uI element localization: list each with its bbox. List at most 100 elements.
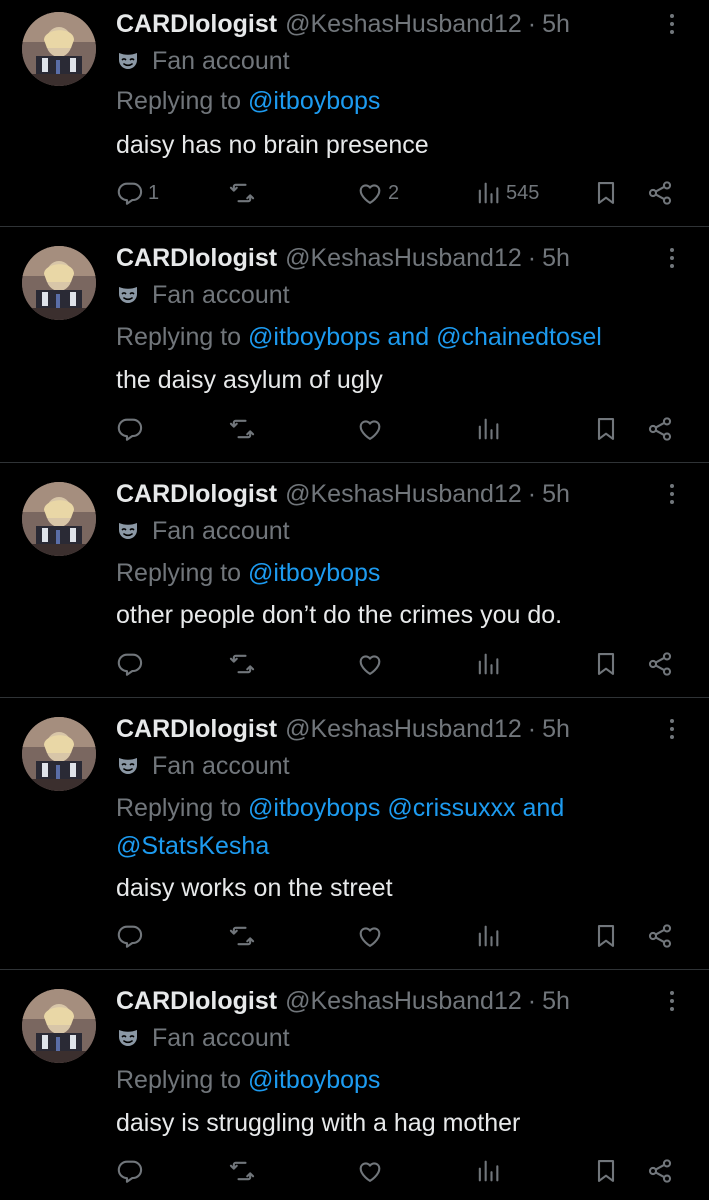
like-button[interactable] (356, 1154, 388, 1188)
views-button[interactable] (474, 1154, 506, 1188)
avatar[interactable] (22, 482, 96, 556)
theater-mask-icon (116, 519, 140, 543)
like-button[interactable] (356, 919, 388, 953)
like-icon (356, 415, 384, 443)
mention-link[interactable]: @chainedtosel (436, 323, 602, 351)
mention-link[interactable]: and (523, 794, 565, 822)
mention-link[interactable]: @itboybops (248, 1066, 380, 1094)
reply-button[interactable] (116, 412, 148, 446)
timestamp[interactable]: 5h (542, 987, 570, 1016)
bookmark-button[interactable] (592, 647, 620, 681)
mention-link[interactable]: @itboybops (248, 559, 380, 587)
account-label: Fan account (116, 751, 290, 781)
avatar[interactable] (22, 717, 96, 791)
timestamp[interactable]: 5h (542, 480, 570, 509)
views-icon (474, 1157, 502, 1185)
views-button[interactable] (474, 412, 506, 446)
separator-dot: · (527, 9, 537, 38)
account-label: Fan account (116, 1023, 290, 1053)
views-button[interactable]: 545 (474, 176, 539, 210)
more-options-icon[interactable] (660, 8, 684, 40)
views-button[interactable] (474, 647, 506, 681)
mention-link[interactable]: and (387, 323, 429, 351)
tweet-actions (0, 1154, 709, 1188)
share-button[interactable] (646, 647, 674, 681)
more-options-icon[interactable] (660, 713, 684, 745)
views-icon (474, 922, 502, 950)
bookmark-button[interactable] (592, 176, 620, 210)
more-options-icon[interactable] (660, 242, 684, 274)
timestamp[interactable]: 5h (542, 10, 570, 39)
mention-link[interactable]: @crissuxxx (387, 794, 515, 822)
tweet-header: CARDIologist @KeshasHusband12 · 5h (116, 242, 570, 274)
retweet-button[interactable] (228, 412, 260, 446)
tweet-text: other people don’t do the crimes you do. (116, 601, 563, 629)
bookmark-icon (592, 650, 620, 678)
user-handle[interactable]: @KeshasHusband12 (285, 10, 522, 39)
share-button[interactable] (646, 1154, 674, 1188)
account-label: Fan account (116, 46, 290, 76)
reply-button[interactable] (116, 919, 148, 953)
user-handle[interactable]: @KeshasHusband12 (285, 987, 522, 1016)
replying-to-prefix: Replying to (116, 323, 242, 351)
mention-link[interactable]: @itboybops (248, 794, 380, 822)
account-label-text: Fan account (152, 46, 290, 75)
bookmark-button[interactable] (592, 1154, 620, 1188)
display-name[interactable]: CARDIologist (116, 715, 277, 744)
mention-link[interactable]: @itboybops (248, 87, 380, 115)
share-icon (646, 1157, 674, 1185)
retweet-button[interactable] (228, 176, 260, 210)
like-icon (356, 922, 384, 950)
user-handle[interactable]: @KeshasHusband12 (285, 480, 522, 509)
timestamp[interactable]: 5h (542, 715, 570, 744)
tweet-text: daisy works on the street (116, 874, 393, 902)
user-handle[interactable]: @KeshasHusband12 (285, 715, 522, 744)
timestamp[interactable]: 5h (542, 244, 570, 273)
avatar[interactable] (22, 246, 96, 320)
more-options-icon[interactable] (660, 478, 684, 510)
bookmark-button[interactable] (592, 412, 620, 446)
bookmark-icon (592, 1157, 620, 1185)
mention-link[interactable]: @itboybops (248, 323, 380, 351)
tweet-actions: 1 2 545 (0, 176, 709, 210)
like-button[interactable] (356, 647, 388, 681)
account-label: Fan account (116, 280, 290, 310)
tweet-header: CARDIologist @KeshasHusband12 · 5h (116, 985, 570, 1017)
like-button[interactable] (356, 412, 388, 446)
separator-dot: · (527, 243, 537, 272)
retweet-icon (228, 415, 256, 443)
reply-icon (116, 415, 144, 443)
share-button[interactable] (646, 919, 674, 953)
retweet-button[interactable] (228, 919, 260, 953)
reply-button[interactable]: 1 (116, 176, 159, 210)
bookmark-button[interactable] (592, 919, 620, 953)
reply-button[interactable] (116, 647, 148, 681)
display-name[interactable]: CARDIologist (116, 244, 277, 273)
views-icon (474, 415, 502, 443)
mention-link[interactable]: @StatsKesha (116, 832, 269, 860)
display-name[interactable]: CARDIologist (116, 480, 277, 509)
separator-dot: · (527, 714, 537, 743)
tweet-text: the daisy asylum of ugly (116, 366, 383, 394)
views-button[interactable] (474, 919, 506, 953)
tweet-header: CARDIologist @KeshasHusband12 · 5h (116, 478, 570, 510)
avatar[interactable] (22, 989, 96, 1063)
avatar[interactable] (22, 12, 96, 86)
display-name[interactable]: CARDIologist (116, 987, 277, 1016)
retweet-button[interactable] (228, 647, 260, 681)
user-handle[interactable]: @KeshasHusband12 (285, 244, 522, 273)
retweet-icon (228, 650, 256, 678)
reply-icon (116, 650, 144, 678)
reply-icon (116, 179, 144, 207)
display-name[interactable]: CARDIologist (116, 10, 277, 39)
like-button[interactable]: 2 (356, 176, 399, 210)
tweet-divider (0, 226, 709, 227)
share-button[interactable] (646, 176, 674, 210)
share-button[interactable] (646, 412, 674, 446)
more-options-icon[interactable] (660, 985, 684, 1017)
retweet-icon (228, 1157, 256, 1185)
retweet-button[interactable] (228, 1154, 260, 1188)
views-icon (474, 650, 502, 678)
reply-button[interactable] (116, 1154, 148, 1188)
account-label-text: Fan account (152, 1023, 290, 1052)
